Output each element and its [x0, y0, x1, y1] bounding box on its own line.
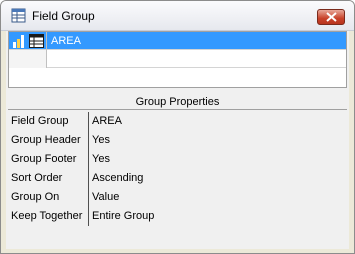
row-icons: [9, 32, 47, 50]
group-row[interactable]: [9, 50, 346, 68]
table-icon[interactable]: [29, 34, 44, 51]
property-row-field-group[interactable]: Field Group AREA: [8, 112, 347, 131]
group-properties-header: Group Properties: [8, 94, 347, 110]
dialog-body: AREA Group Properties Field Group AREA G…: [6, 31, 349, 249]
property-name: Group On: [11, 191, 60, 203]
group-list[interactable]: AREA: [8, 31, 347, 88]
property-value[interactable]: AREA: [92, 115, 122, 127]
property-row-group-on[interactable]: Group On Value: [8, 188, 347, 207]
property-value[interactable]: Yes: [92, 134, 110, 146]
group-row[interactable]: AREA: [9, 32, 346, 50]
row-header-cell: [9, 50, 47, 68]
property-row-keep-together[interactable]: Keep Together Entire Group: [8, 207, 347, 226]
field-group-window: Field Group AREA Group Properties Field …: [0, 0, 355, 254]
property-divider: [88, 188, 89, 207]
property-value[interactable]: Yes: [92, 153, 110, 165]
property-name: Group Footer: [11, 153, 77, 165]
property-name: Sort Order: [11, 172, 63, 184]
property-name: Group Header: [11, 134, 81, 146]
property-divider: [88, 169, 89, 188]
property-name: Keep Together: [11, 210, 83, 222]
field-group-icon: [11, 8, 26, 23]
window-title: Field Group: [32, 9, 95, 23]
property-value[interactable]: Value: [92, 191, 119, 203]
group-row-label: AREA: [51, 35, 81, 47]
property-value[interactable]: Entire Group: [92, 210, 154, 222]
property-name: Field Group: [11, 115, 69, 127]
properties-table: Field Group AREA Group Header Yes Group …: [8, 112, 347, 226]
property-row-group-header[interactable]: Group Header Yes: [8, 131, 347, 150]
close-icon: [326, 12, 337, 22]
property-value[interactable]: Ascending: [92, 172, 143, 184]
property-divider: [88, 207, 89, 226]
title-bar[interactable]: Field Group: [1, 1, 354, 31]
bar-chart-icon[interactable]: [12, 34, 26, 51]
property-divider: [88, 112, 89, 131]
property-divider: [88, 150, 89, 169]
property-row-group-footer[interactable]: Group Footer Yes: [8, 150, 347, 169]
property-divider: [88, 131, 89, 150]
close-button[interactable]: [317, 9, 345, 25]
property-row-sort-order[interactable]: Sort Order Ascending: [8, 169, 347, 188]
